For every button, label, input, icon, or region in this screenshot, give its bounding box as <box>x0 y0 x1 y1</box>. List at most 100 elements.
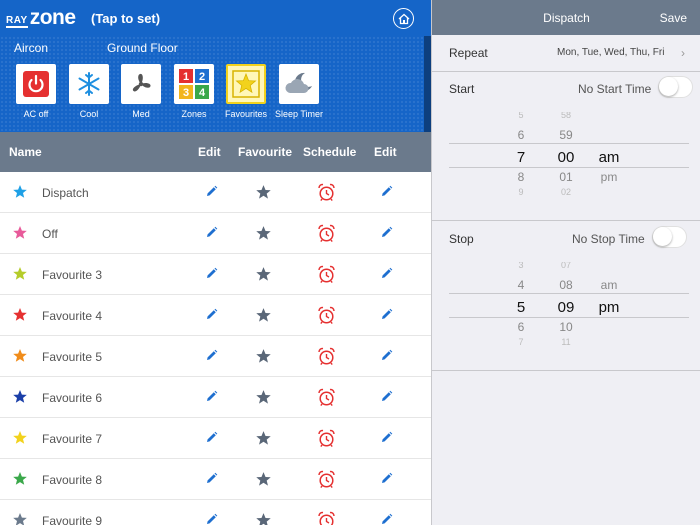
star-icon[interactable] <box>255 307 272 324</box>
table-row[interactable]: Favourite 6 <box>0 377 431 418</box>
zone-label[interactable]: Ground Floor <box>107 41 178 55</box>
alarm-clock-icon[interactable] <box>317 470 336 494</box>
fan-speed-button[interactable] <box>121 64 161 104</box>
alarm-clock-icon[interactable] <box>317 265 336 289</box>
stop-time-toggle[interactable] <box>652 226 687 248</box>
alarm-clock-icon[interactable] <box>317 429 336 453</box>
star-icon[interactable] <box>255 512 272 525</box>
table-row[interactable]: Favourite 9 <box>0 500 431 525</box>
picker-minute-value[interactable]: 11 <box>552 337 580 347</box>
pencil-icon[interactable] <box>380 431 393 449</box>
section-divider <box>432 220 700 221</box>
picker-minute-value[interactable]: 10 <box>552 320 580 334</box>
pencil-icon[interactable] <box>380 185 393 203</box>
star-icon <box>232 70 260 98</box>
sleep-timer-button[interactable] <box>279 64 319 104</box>
alarm-clock-icon[interactable] <box>317 347 336 371</box>
pencil-icon[interactable] <box>205 267 218 285</box>
picker-hour-value[interactable]: 3 <box>511 262 531 270</box>
picker-ampm-value[interactable]: pm <box>597 299 621 316</box>
table-row[interactable]: Favourite 4 <box>0 295 431 336</box>
alarm-clock-icon[interactable] <box>317 224 336 248</box>
pencil-icon[interactable] <box>205 513 218 525</box>
pencil-icon[interactable] <box>205 472 218 490</box>
picker-minute-value[interactable]: 09 <box>552 299 580 316</box>
mode-label[interactable]: Aircon <box>14 41 48 55</box>
pencil-icon[interactable] <box>380 472 393 490</box>
table-row[interactable]: Favourite 5 <box>0 336 431 377</box>
start-time-toggle[interactable] <box>658 76 693 98</box>
fan-speed-label: Med <box>132 109 150 119</box>
pencil-icon[interactable] <box>205 390 218 408</box>
pencil-icon[interactable] <box>380 349 393 367</box>
star-icon[interactable] <box>255 225 272 242</box>
pencil-icon[interactable] <box>380 308 393 326</box>
alarm-clock-icon[interactable] <box>317 306 336 330</box>
picker-hour-value[interactable]: 5 <box>511 299 531 316</box>
rayzone-logo: RAY zone <box>6 7 76 28</box>
star-icon[interactable] <box>255 471 272 488</box>
picker-ampm-value[interactable]: am <box>597 149 621 166</box>
pencil-icon[interactable] <box>205 431 218 449</box>
table-row[interactable]: Dispatch <box>0 172 431 213</box>
picker-minute-value[interactable]: 01 <box>552 170 580 184</box>
pencil-icon[interactable] <box>380 267 393 285</box>
pencil-icon[interactable] <box>205 185 218 203</box>
stop-time-picker[interactable]: 3 4 5 6 7 07 08 09 10 11 am pm <box>449 262 700 348</box>
picker-hour-value[interactable]: 6 <box>511 320 531 334</box>
col-schedule: Schedule <box>303 145 357 159</box>
picker-hour-value[interactable]: 4 <box>511 278 531 292</box>
pencil-icon[interactable] <box>205 226 218 244</box>
favourite-name: Favourite 7 <box>42 432 103 446</box>
ac-off-button[interactable] <box>16 64 56 104</box>
picker-hour-value[interactable]: 6 <box>511 128 531 142</box>
house-icon[interactable] <box>393 8 414 29</box>
chevron-right-icon: › <box>681 46 685 60</box>
alarm-clock-icon[interactable] <box>317 183 336 207</box>
picker-ampm-value[interactable]: am <box>597 278 621 292</box>
favourite-name: Off <box>42 227 58 241</box>
repeat-row[interactable]: Repeat Mon, Tue, Wed, Thu, Fri › <box>432 35 700 72</box>
favourite-name: Favourite 5 <box>42 350 103 364</box>
star-icon[interactable] <box>255 348 272 365</box>
pencil-icon[interactable] <box>380 226 393 244</box>
star-icon[interactable] <box>255 430 272 447</box>
picker-minute-value[interactable]: 08 <box>552 278 580 292</box>
table-row[interactable]: Favourite 7 <box>0 418 431 459</box>
picker-hour-value[interactable]: 8 <box>511 170 531 184</box>
pencil-icon[interactable] <box>205 308 218 326</box>
star-icon <box>13 267 27 280</box>
picker-minute-value[interactable]: 59 <box>552 128 580 142</box>
picker-minute-value[interactable]: 02 <box>552 187 580 197</box>
cool-button[interactable] <box>69 64 109 104</box>
start-time-picker[interactable]: 5 6 7 8 9 58 59 00 01 02 am pm <box>449 112 700 198</box>
star-icon[interactable] <box>255 389 272 406</box>
picker-minute-value[interactable]: 00 <box>552 149 580 166</box>
svg-text:1: 1 <box>183 71 189 83</box>
table-row[interactable]: Favourite 3 <box>0 254 431 295</box>
pencil-icon[interactable] <box>380 513 393 525</box>
table-row[interactable]: Off <box>0 213 431 254</box>
save-button[interactable]: Save <box>660 11 687 25</box>
picker-hour-value[interactable]: 9 <box>511 187 531 197</box>
alarm-clock-icon[interactable] <box>317 388 336 412</box>
favourites-button[interactable] <box>226 64 266 104</box>
favourite-name: Favourite 8 <box>42 473 103 487</box>
star-icon[interactable] <box>255 184 272 201</box>
picker-hour-value[interactable]: 7 <box>511 337 531 347</box>
picker-hour-value[interactable]: 5 <box>511 112 531 120</box>
picker-minute-value[interactable]: 58 <box>552 112 580 120</box>
alarm-clock-icon[interactable] <box>317 511 336 525</box>
star-icon <box>13 513 27 525</box>
picker-minute-value[interactable]: 07 <box>552 262 580 270</box>
tap-to-set-label[interactable]: (Tap to set) <box>91 11 160 26</box>
table-row[interactable]: Favourite 8 <box>0 459 431 500</box>
star-icon <box>13 349 27 362</box>
pencil-icon[interactable] <box>380 390 393 408</box>
col-edit: Edit <box>198 145 221 159</box>
star-icon[interactable] <box>255 266 272 283</box>
picker-ampm-value[interactable]: pm <box>597 170 621 184</box>
pencil-icon[interactable] <box>205 349 218 367</box>
zones-button[interactable]: 1234 <box>174 64 214 104</box>
picker-hour-value[interactable]: 7 <box>511 149 531 166</box>
